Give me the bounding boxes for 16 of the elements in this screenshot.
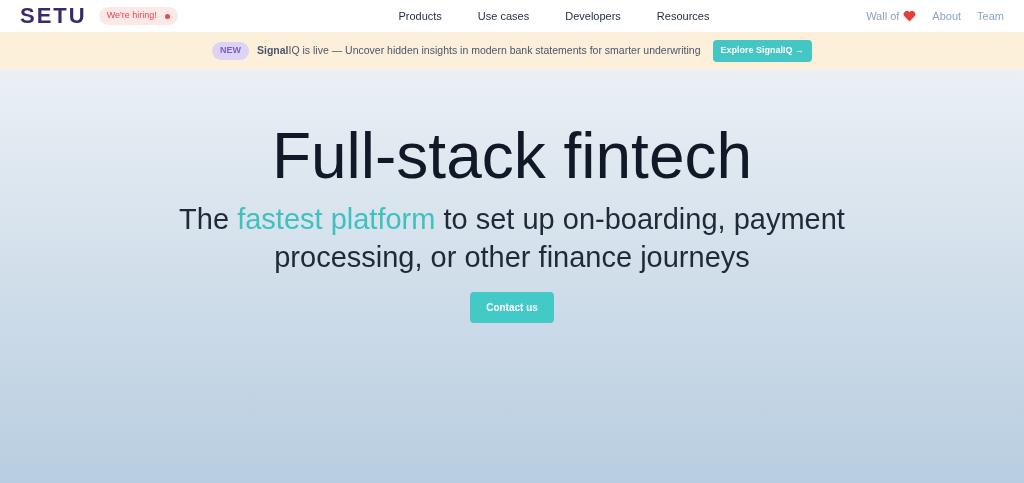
nav-link[interactable]: Developers: [565, 7, 621, 25]
hero-subtitle: The fastest platform to set up on-boarding, payment processing, or other finance journeys: [178, 202, 846, 275]
nav-link[interactable]: About: [932, 7, 962, 25]
nav-link[interactable]: Wall of: [866, 7, 917, 25]
hero-title: Full-stack fintech: [271, 124, 753, 188]
announcement-text: SignalIQ is live — Uncover hidden insights in modern bank statements for smarter underwriting: [256, 43, 701, 59]
nav-link[interactable]: Resources: [656, 7, 710, 25]
nav-link[interactable]: Products: [398, 7, 442, 25]
contact-button[interactable]: Contact us: [470, 292, 554, 323]
new-badge: NEW: [211, 42, 249, 60]
heart-icon: [903, 10, 917, 22]
nav-link[interactable]: Use cases: [477, 7, 530, 25]
hiring-badge[interactable]: We're hiring!: [98, 7, 178, 25]
logo[interactable]: SETU: [20, 5, 87, 27]
nav-link[interactable]: Team: [977, 7, 1004, 25]
explore-button[interactable]: Explore SignalIQ →: [712, 40, 813, 62]
